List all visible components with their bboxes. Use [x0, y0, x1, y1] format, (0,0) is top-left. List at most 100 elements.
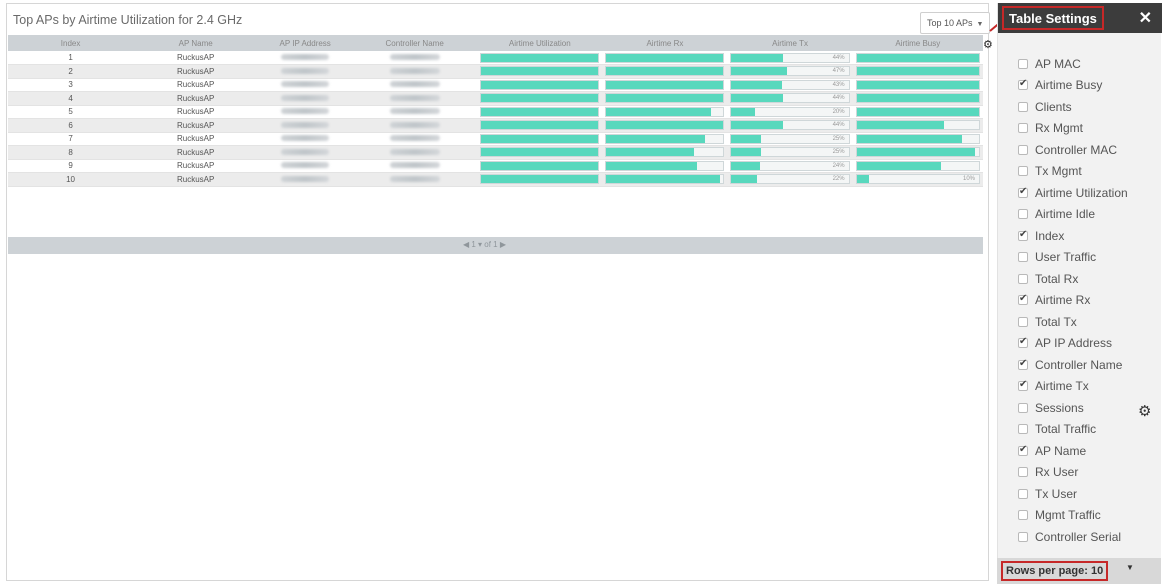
column-toggle-label: Airtime Idle	[1035, 207, 1096, 222]
cell-controller-name	[352, 51, 478, 65]
rows-per-page-control[interactable]: Rows per page: 10	[1001, 561, 1109, 581]
column-toggle-item[interactable]: User Traffic	[1018, 247, 1128, 269]
column-checkbox[interactable]	[1018, 531, 1028, 542]
column-header-airtime-rx[interactable]: Airtime Rx	[602, 35, 728, 51]
progress-bar-fill	[481, 107, 599, 116]
column-toggle-item[interactable]: Airtime Utilization	[1018, 182, 1128, 204]
table-row[interactable]: 9 RuckusAP 24%	[8, 159, 983, 173]
column-checkbox[interactable]	[1018, 336, 1028, 349]
column-checkbox[interactable]	[1018, 252, 1028, 263]
progress-bar-fill	[481, 67, 599, 76]
progress-bar-fill	[731, 53, 783, 62]
cell-ap-ip	[258, 51, 353, 65]
column-checkbox[interactable]	[1018, 209, 1028, 220]
column-checkbox[interactable]	[1018, 144, 1028, 155]
column-toggle-item[interactable]: Controller Serial	[1018, 526, 1128, 548]
column-header-ap-name[interactable]: AP Name	[133, 35, 259, 51]
column-checkbox[interactable]	[1018, 58, 1028, 69]
column-toggle-item[interactable]: Airtime Idle	[1018, 204, 1128, 226]
progress-bar-fill	[606, 148, 695, 157]
column-checkbox[interactable]	[1018, 166, 1028, 177]
progress-bar-fill	[731, 107, 755, 116]
column-toggle-item[interactable]: Controller MAC	[1018, 139, 1128, 161]
bar-cell	[852, 118, 983, 133]
table-row[interactable]: 6 RuckusAP 44%	[8, 118, 983, 133]
table-row[interactable]: 5 RuckusAP 20%	[8, 105, 983, 119]
column-header-ap-ip[interactable]: AP IP Address	[258, 35, 353, 51]
column-toggle-item[interactable]: Sessions	[1018, 397, 1128, 419]
column-header-index[interactable]: Index	[8, 35, 134, 51]
table-row[interactable]: 4 RuckusAP 44%	[8, 91, 983, 106]
bar-cell: 44%	[727, 118, 853, 133]
progress-bar	[480, 106, 600, 117]
column-checkbox[interactable]	[1018, 488, 1028, 499]
progress-bar: 44%	[730, 120, 850, 131]
column-checkbox[interactable]	[1018, 444, 1028, 456]
column-toggle-item[interactable]: Mgmt Traffic	[1018, 505, 1128, 527]
table-row[interactable]: 7 RuckusAP 25%	[8, 132, 983, 146]
column-header-airtime-util[interactable]: Airtime Utilization	[477, 35, 603, 51]
table-row[interactable]: 2 RuckusAP 47%	[8, 64, 983, 79]
table-row[interactable]: 10 RuckusAP 22% 10%	[8, 172, 983, 187]
column-checkbox[interactable]	[1018, 273, 1028, 284]
progress-bar-fill	[481, 161, 599, 170]
cell-index: 3	[8, 78, 134, 92]
column-checkbox[interactable]	[1018, 78, 1028, 91]
table-row[interactable]: 3 RuckusAP 43%	[8, 78, 983, 92]
column-toggle-item[interactable]: Total Traffic	[1018, 419, 1128, 441]
column-toggle-item[interactable]: Total Tx	[1018, 311, 1128, 333]
column-toggle-item[interactable]: Tx Mgmt	[1018, 161, 1128, 183]
redacted-value	[281, 121, 330, 128]
settings-title: Table Settings	[1002, 6, 1104, 30]
table-row[interactable]: 8 RuckusAP 25%	[8, 145, 983, 160]
progress-bar-fill	[731, 148, 761, 157]
column-checkbox[interactable]	[1018, 424, 1028, 435]
column-toggle-item[interactable]: Airtime Tx	[1018, 376, 1128, 398]
chevron-down-icon[interactable]: ▼	[1126, 563, 1134, 572]
table-row[interactable]: 1 RuckusAP 44%	[8, 51, 983, 65]
bar-cell	[602, 159, 728, 173]
column-checkbox[interactable]	[1018, 402, 1028, 413]
column-checkbox[interactable]	[1018, 186, 1028, 198]
redacted-value	[389, 162, 440, 169]
column-toggle-item[interactable]: Index	[1018, 225, 1128, 247]
column-checkbox[interactable]	[1018, 467, 1028, 478]
column-toggle-item[interactable]: AP Name	[1018, 440, 1128, 462]
column-toggle-item[interactable]: Tx User	[1018, 483, 1128, 505]
bar-cell	[477, 105, 603, 119]
column-checkbox[interactable]	[1018, 316, 1028, 327]
cell-ap-name: RuckusAP	[133, 118, 259, 133]
column-toggle-item[interactable]: Rx User	[1018, 462, 1128, 484]
column-checkbox[interactable]	[1018, 229, 1028, 241]
column-checkbox[interactable]	[1018, 358, 1028, 370]
column-header-airtime-busy[interactable]: Airtime Busy	[852, 35, 983, 51]
column-toggle-label: AP MAC	[1035, 56, 1081, 71]
column-toggle-item[interactable]: Rx Mgmt	[1018, 118, 1128, 140]
column-toggle-item[interactable]: AP MAC	[1018, 53, 1128, 75]
column-checkbox[interactable]	[1018, 510, 1028, 521]
column-toggle-item[interactable]: Airtime Busy	[1018, 75, 1128, 97]
column-header-airtime-tx[interactable]: Airtime Tx	[727, 35, 853, 51]
close-icon[interactable]: ✕	[1139, 8, 1152, 28]
column-toggle-item[interactable]: Controller Name	[1018, 354, 1128, 376]
rows-per-page-value: 10	[1090, 565, 1104, 577]
progress-bar-fill	[856, 94, 979, 103]
column-checkbox[interactable]	[1018, 123, 1028, 134]
progress-bar-fill	[856, 161, 942, 170]
gear-icon[interactable]: ⚙	[983, 38, 993, 51]
column-checkbox[interactable]	[1018, 379, 1028, 392]
column-toggle-label: Controller Serial	[1035, 529, 1122, 544]
column-header-controller[interactable]: Controller Name	[352, 35, 478, 51]
pagination-control[interactable]: ◀ 1 ▾ of 1 ▶	[463, 240, 506, 249]
column-toggle-item[interactable]: Total Rx	[1018, 268, 1128, 290]
column-toggle-item[interactable]: Clients	[1018, 96, 1128, 118]
redacted-value	[281, 148, 330, 155]
column-toggle-item[interactable]: Airtime Rx	[1018, 290, 1128, 312]
top-n-select[interactable]: Top 10 APs ▼	[920, 12, 990, 34]
column-toggle-item[interactable]: AP IP Address	[1018, 333, 1128, 355]
bar-cell: 22%	[727, 172, 853, 187]
column-toggle-label: Airtime Tx	[1035, 379, 1089, 394]
column-checkbox[interactable]	[1018, 101, 1028, 112]
gear-icon[interactable]: ⚙	[1138, 402, 1151, 420]
column-checkbox[interactable]	[1018, 293, 1028, 306]
